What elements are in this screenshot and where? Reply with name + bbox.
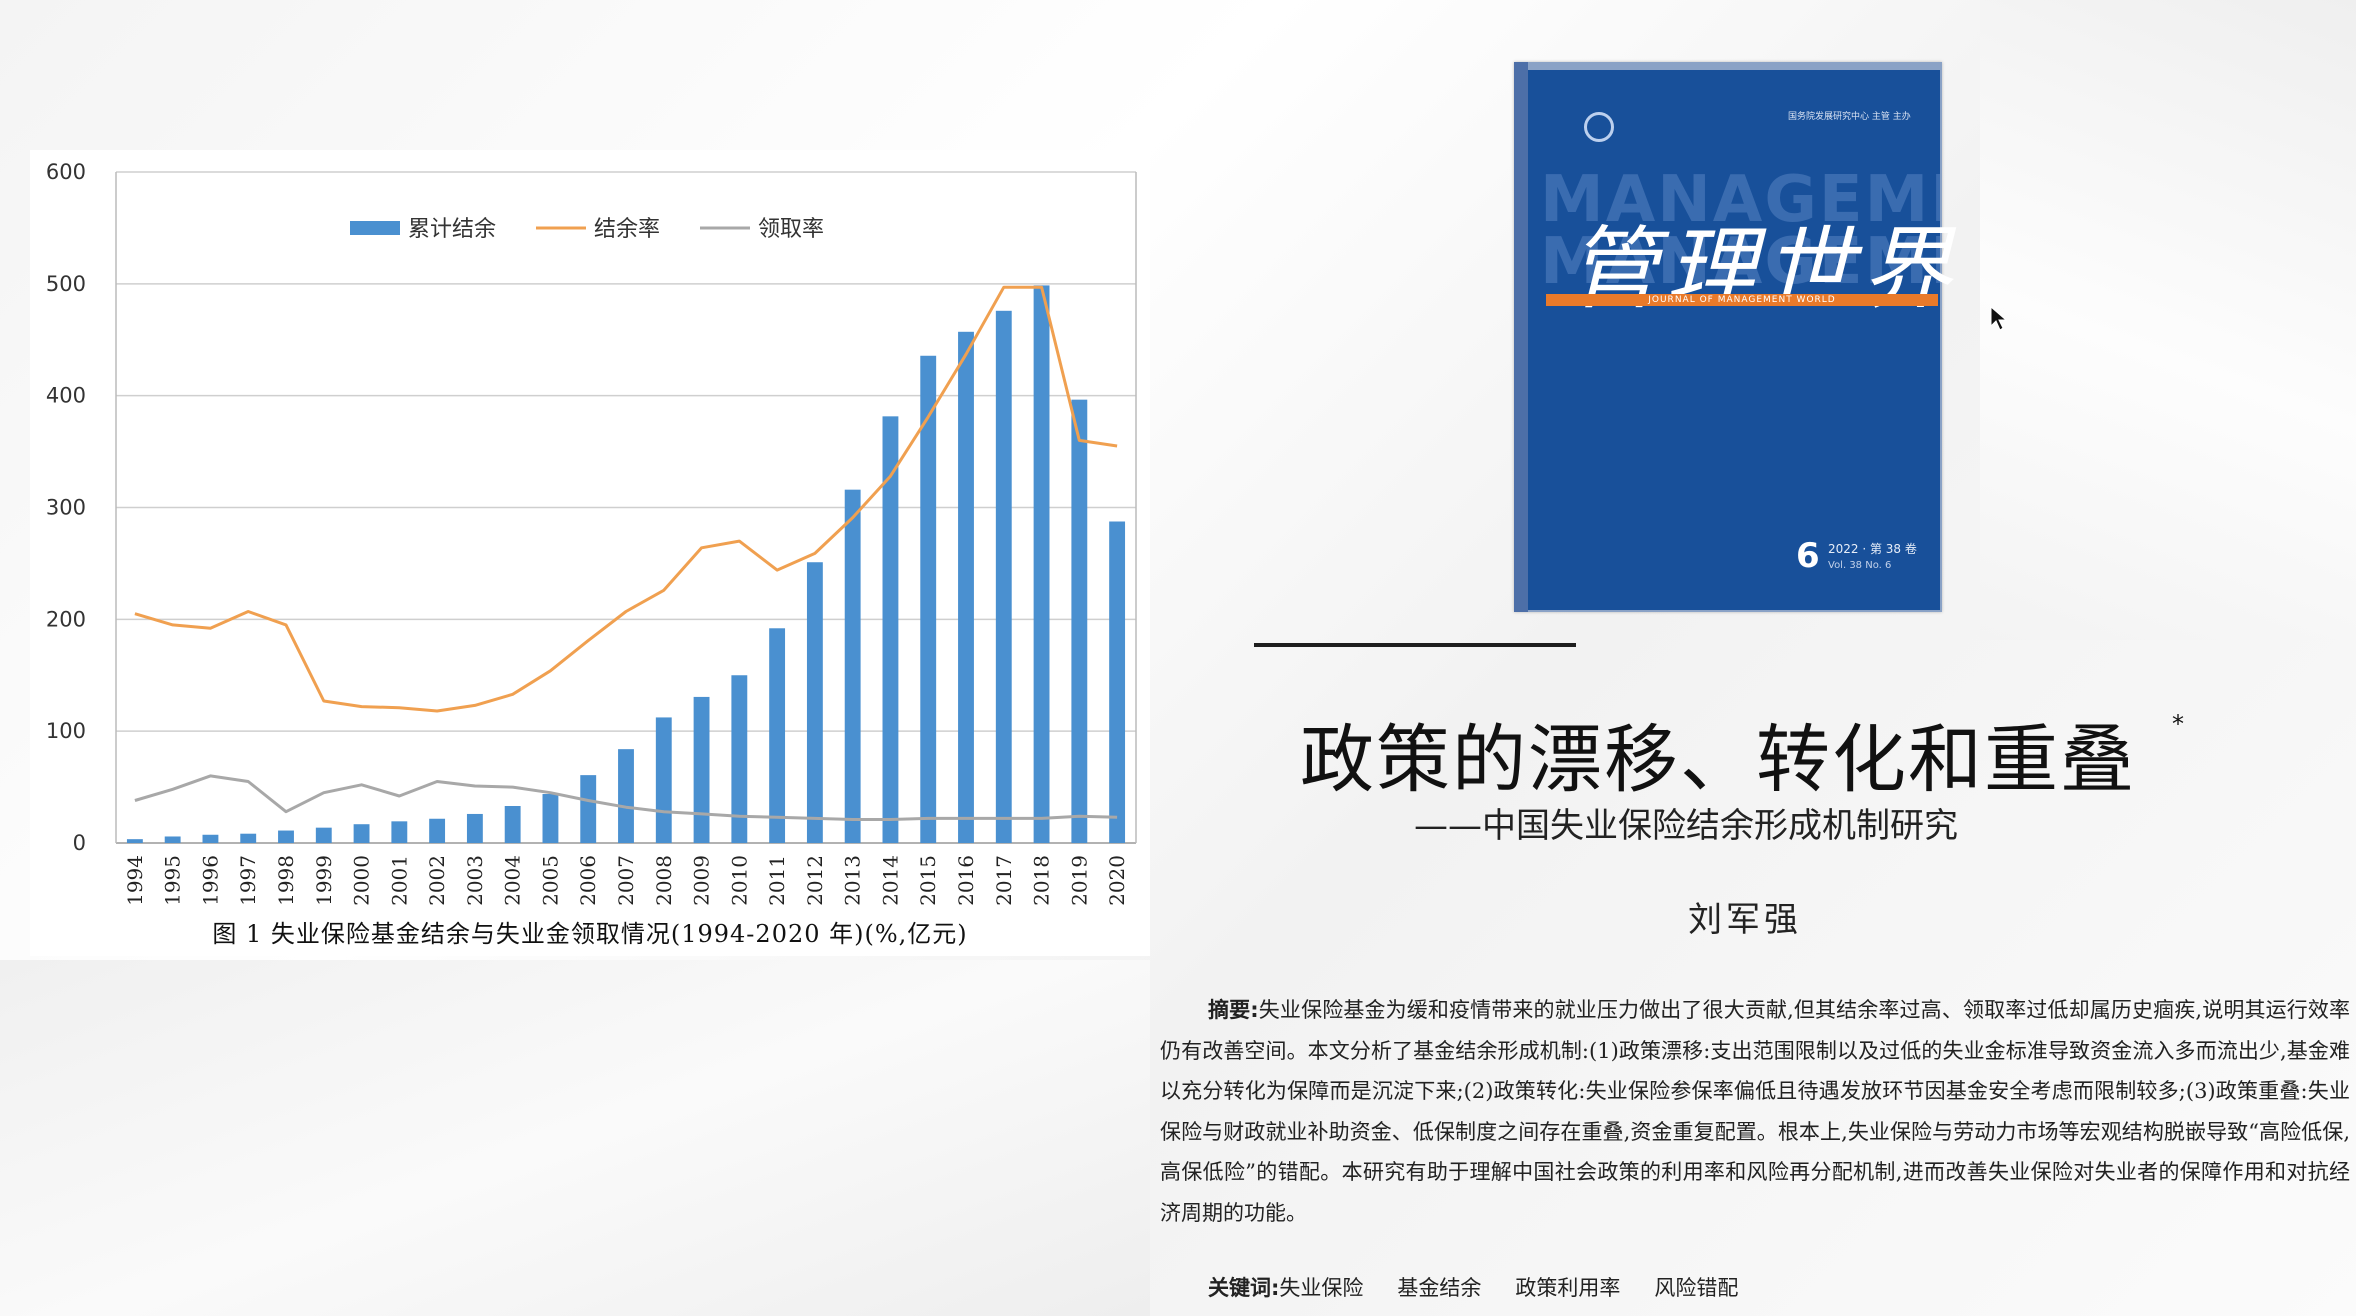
x-tick-label: 2002 — [425, 855, 449, 906]
keywords-label: 关键词: — [1208, 1276, 1280, 1300]
bar — [353, 824, 370, 843]
cover-spine — [1514, 62, 1528, 612]
bar — [466, 813, 483, 843]
x-tick-label: 2009 — [690, 855, 714, 906]
x-tick-label: 2013 — [841, 855, 865, 906]
x-tick-label: 2012 — [803, 855, 827, 906]
legend-label: 领取率 — [758, 217, 824, 242]
cover-front: 国务院发展研究中心 主管 主办 MANAGEMENT MANAGEMENT 管理… — [1528, 70, 1952, 610]
bar — [769, 628, 786, 843]
y-left-tick-label: 600 — [46, 160, 86, 184]
x-tick-label: 2017 — [992, 855, 1016, 906]
y-left-tick-label: 0 — [73, 831, 86, 855]
title-divider — [1254, 643, 1576, 647]
bar — [504, 805, 521, 843]
x-tick-label: 2000 — [350, 855, 374, 906]
x-tick-label: 1994 — [123, 855, 147, 906]
bar — [542, 794, 559, 843]
bar — [1071, 399, 1088, 843]
cover-publisher: 国务院发展研究中心 主管 主办 — [1788, 112, 1911, 122]
paper-author: 刘军强 — [1688, 900, 1802, 940]
combo-chart: 0100200300400500600010002000300040005000… — [46, 160, 1137, 906]
x-tick-label: 2010 — [727, 855, 751, 906]
journal-logo-icon — [1584, 112, 1614, 142]
x-tick-label: 2006 — [576, 855, 600, 906]
cover-issue-sub: Vol. 38 No. 6 — [1828, 560, 1892, 571]
bar — [164, 836, 181, 843]
x-tick-label: 2005 — [538, 855, 562, 906]
bar — [240, 833, 257, 843]
paper-keywords: 关键词:失业保险 基金结余 政策利用率 风险错配 — [1208, 1272, 1772, 1302]
x-tick-label: 2001 — [387, 855, 411, 906]
bar — [202, 834, 219, 843]
background-facet — [1980, 0, 2356, 640]
x-tick-label: 1999 — [312, 855, 336, 906]
keyword: 政策利用率 — [1515, 1276, 1621, 1300]
x-tick-label: 2019 — [1067, 855, 1091, 906]
legend-label: 累计结余 — [408, 217, 496, 242]
legend-swatch — [350, 221, 400, 235]
bar — [278, 830, 294, 843]
figure-caption: 图 1 失业保险基金结余与失业金领取情况(1994-2020 年)(%,亿元) — [212, 920, 968, 948]
chart-figure: 0100200300400500600010002000300040005000… — [30, 150, 1150, 956]
bar — [618, 749, 634, 843]
bar — [1109, 521, 1126, 843]
bar — [806, 562, 823, 843]
legend-label: 结余率 — [594, 217, 660, 242]
bar — [1033, 285, 1050, 843]
y-left-tick-label: 400 — [46, 384, 86, 408]
x-tick-label: 2015 — [916, 855, 940, 906]
bar — [995, 310, 1012, 843]
x-tick-label: 2008 — [652, 855, 676, 906]
bar — [655, 717, 672, 843]
keyword: 风险错配 — [1654, 1276, 1739, 1300]
cover-title: 管理世界 — [1568, 217, 1960, 322]
bar — [844, 489, 861, 843]
x-tick-label: 2007 — [614, 855, 638, 906]
x-tick-label: 2014 — [878, 855, 902, 906]
mouse-pointer-icon — [1990, 306, 2008, 331]
cover-issue-meta: 2022 · 第 38 卷 — [1828, 542, 1917, 556]
paper-subtitle: ——中国失业保险结余形成机制研究 — [1414, 806, 1958, 846]
abstract-label: 摘要: — [1208, 998, 1259, 1022]
x-tick-label: 1998 — [274, 855, 298, 906]
x-tick-label: 1996 — [198, 855, 222, 906]
x-tick-label: 2004 — [501, 855, 525, 906]
title-footnote-mark: * — [2172, 710, 2184, 738]
bar — [920, 355, 937, 843]
paper-abstract: 摘要:失业保险基金为缓和疫情带来的就业压力做出了很大贡献,但其结余率过高、领取率… — [1160, 990, 2350, 1233]
bar — [958, 331, 974, 843]
y-left-tick-label: 100 — [46, 719, 86, 743]
bar — [315, 827, 332, 843]
x-tick-label: 2020 — [1105, 855, 1129, 906]
x-tick-label: 1995 — [161, 855, 185, 906]
keyword: 失业保险 — [1279, 1276, 1364, 1300]
x-tick-label: 1997 — [236, 855, 260, 906]
bar — [126, 839, 143, 843]
background-facet — [0, 960, 1150, 1316]
bar — [429, 818, 446, 843]
x-tick-label: 2016 — [954, 855, 978, 906]
journal-cover: 国务院发展研究中心 主管 主办 MANAGEMENT MANAGEMENT 管理… — [1514, 62, 1952, 612]
bar — [580, 775, 597, 843]
cover-english-title: JOURNAL OF MANAGEMENT WORLD — [1648, 295, 1836, 305]
paper-title: 政策的漂移、转化和重叠 — [1300, 717, 2136, 803]
y-left-tick-label: 500 — [46, 272, 86, 296]
bar — [391, 821, 408, 843]
cover-issue-number: 6 — [1796, 536, 1820, 576]
x-tick-label: 2018 — [1030, 855, 1054, 906]
y-left-tick-label: 200 — [46, 607, 86, 631]
x-tick-label: 2011 — [765, 855, 789, 906]
bar — [693, 696, 710, 843]
abstract-text: 失业保险基金为缓和疫情带来的就业压力做出了很大贡献,但其结余率过高、领取率过低却… — [1160, 998, 2350, 1225]
x-tick-label: 2003 — [463, 855, 487, 906]
keyword: 基金结余 — [1397, 1276, 1482, 1300]
y-left-tick-label: 300 — [46, 496, 86, 520]
